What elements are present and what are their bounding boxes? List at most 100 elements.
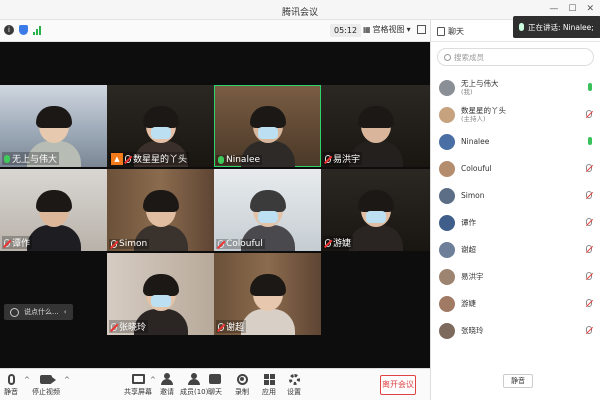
tile-label: ▲ 数星星的丫头: [109, 152, 190, 165]
mic-muted-icon: [586, 191, 592, 199]
video-tile[interactable]: ▲ 数星星的丫头: [107, 85, 214, 167]
window-title: 腾讯会议: [281, 8, 318, 18]
mic-muted-icon: [586, 164, 592, 172]
mute-options-caret[interactable]: ^: [24, 376, 30, 384]
chat-panel-icon: [437, 27, 445, 36]
tile-label: 张晓玲: [109, 320, 149, 333]
list-item[interactable]: 无上与伟大 (我): [431, 74, 600, 101]
video-tile[interactable]: 游婕: [321, 169, 430, 251]
mute-button[interactable]: 静音: [4, 372, 18, 397]
mic-muted-icon: [586, 110, 592, 118]
chat-button[interactable]: 聊天: [208, 372, 222, 397]
avatar: [439, 160, 455, 177]
member-text: 无上与伟大 (我): [461, 79, 499, 96]
video-grid: 无上与伟大 ▲ 数星星的丫头 Ninalee 易洪宇 谭作 Simon Colou…: [0, 42, 430, 368]
list-item[interactable]: 张晓玲: [431, 317, 600, 344]
tile-label: 易洪宇: [323, 152, 363, 165]
member-name: 谭作: [461, 218, 476, 227]
meeting-info-icon[interactable]: i: [4, 25, 14, 35]
microphone-icon: [7, 373, 15, 385]
meeting-timer: 05:12: [330, 24, 362, 37]
leave-meeting-button[interactable]: 离开会议: [380, 375, 416, 395]
mic-on-icon: [588, 137, 592, 145]
member-text: 谭作: [461, 218, 476, 227]
add-person-icon: [161, 373, 173, 385]
list-item[interactable]: 谢超: [431, 236, 600, 263]
mic-muted-icon: [4, 238, 10, 247]
mute-all-button[interactable]: 静音: [503, 374, 533, 388]
list-item[interactable]: 谭作: [431, 209, 600, 236]
member-status-icons: [586, 164, 592, 172]
video-tile[interactable]: 无上与伟大: [0, 85, 107, 167]
video-tile-active-speaker[interactable]: Ninalee: [214, 85, 321, 167]
member-name: Simon: [461, 191, 485, 200]
minimize-icon[interactable]: —: [549, 4, 558, 14]
video-tile[interactable]: 易洪宇: [321, 85, 430, 167]
camera-icon: [40, 374, 56, 384]
member-text: Ninalee: [461, 137, 489, 146]
settings-button[interactable]: 设置: [287, 372, 301, 397]
close-icon[interactable]: ✕: [586, 4, 594, 14]
emoji-icon[interactable]: [10, 307, 19, 317]
tile-label: 谭作: [2, 236, 33, 249]
tile-label: Ninalee: [216, 155, 263, 165]
member-text: 张晓玲: [461, 326, 484, 335]
share-screen-button[interactable]: 共享屏幕: [124, 372, 152, 397]
mute-label: 静音: [4, 388, 18, 396]
chat-label: 聊天: [208, 388, 222, 396]
share-screen-icon: [131, 374, 145, 384]
avatar: [439, 106, 455, 123]
video-tile[interactable]: Simon: [107, 169, 214, 251]
mic-muted-icon: [218, 240, 224, 248]
maximize-icon[interactable]: ☐: [568, 4, 576, 14]
member-status-icons: [586, 245, 592, 253]
speaking-mic-icon: [519, 23, 524, 31]
tile-label: 谢超: [216, 320, 247, 333]
participant-video: [26, 190, 81, 251]
list-item[interactable]: 游婕: [431, 290, 600, 317]
list-item[interactable]: 数星星的丫头 (主持人): [431, 101, 600, 128]
host-badge-icon: ▲: [111, 152, 123, 165]
record-button[interactable]: 录制: [235, 372, 249, 397]
window-controls: — ☐ ✕: [549, 4, 594, 14]
network-signal-icon[interactable]: [33, 25, 41, 35]
list-item[interactable]: Simon: [431, 182, 600, 209]
mic-muted-icon: [111, 240, 117, 248]
member-status-icons: [586, 218, 592, 226]
list-item[interactable]: Colouful: [431, 155, 600, 182]
invite-button[interactable]: 邀请: [160, 372, 174, 397]
view-mode-label: 宫格视图: [372, 25, 405, 34]
security-shield-icon[interactable]: [19, 25, 28, 35]
collapse-arrow-icon[interactable]: ‹: [64, 308, 67, 316]
member-search-input[interactable]: 搜索成员: [437, 48, 594, 66]
members-button[interactable]: 成员(10): [180, 372, 208, 397]
video-tile[interactable]: 谭作: [0, 169, 107, 251]
share-options-caret[interactable]: ^: [150, 376, 156, 384]
title-bar: 腾讯会议 — ☐ ✕: [0, 0, 600, 20]
member-status-icons: [588, 83, 592, 91]
mic-on-icon: [218, 156, 224, 164]
avatar: [439, 268, 455, 285]
apps-button[interactable]: 应用: [262, 372, 276, 397]
meeting-info-bar: i 05:12 ▦ 宫格视图 ▾: [0, 20, 430, 42]
tab-chat[interactable]: 聊天: [437, 26, 464, 37]
video-tile[interactable]: 张晓玲: [107, 253, 214, 335]
stop-video-button[interactable]: 停止视频: [32, 372, 60, 397]
video-options-caret[interactable]: ^: [64, 376, 70, 384]
tile-label: Colouful: [216, 239, 265, 249]
chat-input-hint[interactable]: 说点什么... ‹: [4, 304, 73, 320]
member-name: Ninalee: [461, 137, 490, 146]
search-placeholder: 搜索成员: [454, 52, 484, 62]
mic-muted-icon: [325, 154, 331, 163]
fullscreen-icon[interactable]: [417, 25, 426, 34]
video-tile[interactable]: Colouful: [214, 169, 321, 251]
view-mode-dropdown[interactable]: ▦ 宫格视图 ▾: [363, 24, 411, 35]
member-text: 数星星的丫头 (主持人): [461, 106, 506, 123]
list-item[interactable]: 易洪宇: [431, 263, 600, 290]
member-name: 易洪宇: [461, 272, 484, 281]
list-item[interactable]: Ninalee: [431, 128, 600, 155]
mic-muted-icon: [125, 154, 131, 163]
gear-icon: [288, 373, 300, 385]
video-tile[interactable]: 谢超: [214, 253, 321, 335]
member-text: 游婕: [461, 299, 476, 308]
